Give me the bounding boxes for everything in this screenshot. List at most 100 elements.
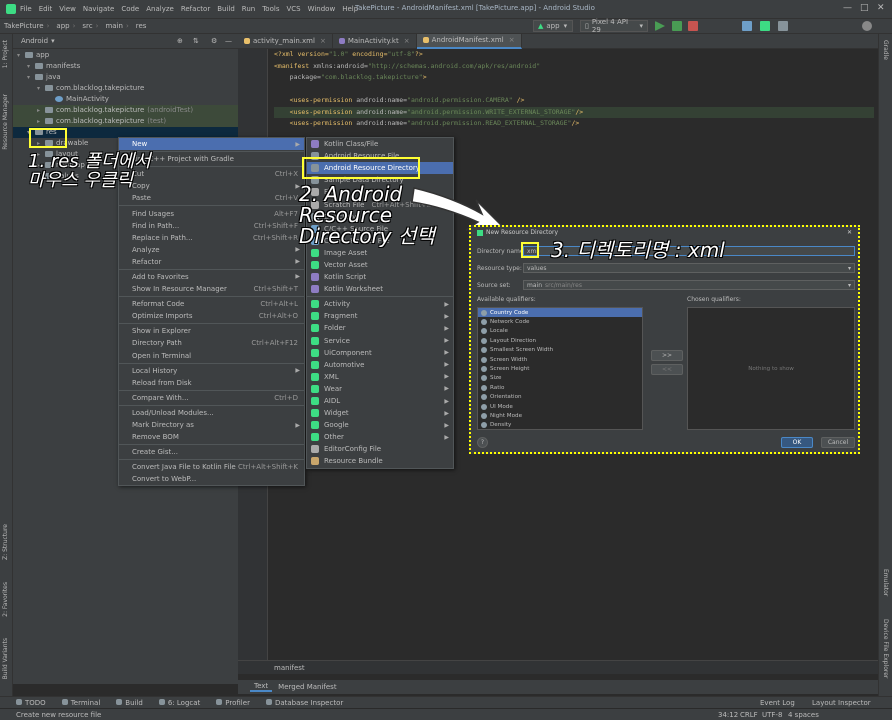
emulator-tool-tab[interactable]: Emulator xyxy=(882,569,889,596)
resource-manager-tool-tab[interactable]: Resource Manager xyxy=(2,94,9,150)
context-menu-item-reformat-code[interactable]: Reformat Code Ctrl+Alt+L xyxy=(119,298,304,310)
tree-item[interactable]: ▾ com.blacklog.takepicture xyxy=(13,83,238,94)
context-menu-item-add-to-favorites[interactable]: Add to Favorites ▶ xyxy=(119,271,304,283)
line-separator[interactable]: CRLF xyxy=(740,711,758,719)
context-menu-item-show-in-explorer[interactable]: Show in Explorer xyxy=(119,325,304,337)
editor-tab[interactable]: MainActivity.kt × xyxy=(333,33,417,49)
tree-item[interactable]: ▾ java xyxy=(13,72,238,83)
close-icon[interactable]: × xyxy=(404,37,410,45)
new-menu-item-other[interactable]: Other ▶ xyxy=(307,431,453,443)
chevron-right-icon[interactable]: ▾ xyxy=(17,50,25,61)
context-menu-item-reload-from-disk[interactable]: Reload from Disk xyxy=(119,377,304,389)
debug-icon[interactable] xyxy=(672,21,682,31)
new-menu-item-service[interactable]: Service ▶ xyxy=(307,335,453,347)
breadcrumb-item[interactable]: res xyxy=(136,22,147,30)
layout-inspector-button[interactable]: Layout Inspector xyxy=(812,699,871,707)
project-tool-tab[interactable]: 1: Project xyxy=(2,40,9,68)
context-menu-item-remove-bom[interactable]: Remove BOM xyxy=(119,431,304,443)
new-menu-item-vector-asset[interactable]: Vector Asset xyxy=(307,259,453,271)
menu-item-refactor[interactable]: Refactor xyxy=(181,5,210,13)
structure-tool-tab[interactable]: Z: Structure xyxy=(2,524,9,560)
stop-icon[interactable] xyxy=(688,21,698,31)
context-menu-item-analyze[interactable]: Analyze ▶ xyxy=(119,244,304,256)
chosen-qualifiers-list[interactable]: Nothing to show xyxy=(687,307,855,430)
qualifier-item[interactable]: Layout Direction xyxy=(478,336,642,345)
chevron-right-icon[interactable]: ▾ xyxy=(27,61,35,72)
file-encoding[interactable]: UTF-8 xyxy=(762,711,782,719)
qualifier-item[interactable]: Country Code xyxy=(478,308,642,318)
chevron-right-icon[interactable]: ▸ xyxy=(37,116,45,127)
sdk-manager-icon[interactable] xyxy=(778,21,788,31)
menu-item-window[interactable]: Window xyxy=(308,5,336,13)
menu-item-vcs[interactable]: VCS xyxy=(286,5,300,13)
bottom-tool-terminal[interactable]: Terminal xyxy=(61,698,100,707)
breadcrumb-item[interactable]: app xyxy=(56,22,69,30)
avd-manager-icon[interactable] xyxy=(760,21,770,31)
close-icon[interactable]: × xyxy=(320,37,326,45)
new-menu-item-kotlin-class-file[interactable]: Kotlin Class/File xyxy=(307,138,453,150)
breadcrumb-item[interactable]: src xyxy=(82,22,92,30)
qualifier-item[interactable]: Night Mode xyxy=(478,411,642,420)
context-menu-item-refactor[interactable]: Refactor ▶ xyxy=(119,256,304,268)
tree-item[interactable]: ▸ com.blacklog.takepicture (test) xyxy=(13,116,238,127)
new-menu-item-resource-bundle[interactable]: Resource Bundle xyxy=(307,455,453,467)
qualifier-item[interactable]: Size xyxy=(478,374,642,383)
run-icon[interactable] xyxy=(655,21,665,31)
new-menu-item-image-asset[interactable]: Image Asset xyxy=(307,247,453,259)
context-menu-item-directory-path[interactable]: Directory Path Ctrl+Alt+F12 xyxy=(119,337,304,349)
context-menu-item-optimize-imports[interactable]: Optimize Imports Ctrl+Alt+O xyxy=(119,310,304,322)
new-menu-item-uicomponent[interactable]: UiComponent ▶ xyxy=(307,347,453,359)
chevron-right-icon[interactable]: ▸ xyxy=(37,105,45,116)
ok-button[interactable]: OK xyxy=(781,437,813,448)
qualifier-item[interactable]: Ratio xyxy=(478,383,642,392)
editor-breadcrumb[interactable]: manifest xyxy=(274,664,305,672)
remove-qualifier-button[interactable]: << xyxy=(651,364,683,375)
qualifier-item[interactable]: Network Code xyxy=(478,317,642,326)
search-icon[interactable] xyxy=(862,21,872,31)
menu-item-file[interactable]: File xyxy=(20,5,32,13)
context-menu-item-paste[interactable]: Paste Ctrl+V xyxy=(119,192,304,204)
collapse-icon[interactable]: ⇅ xyxy=(193,37,199,45)
device-file-explorer-tool-tab[interactable]: Device File Explorer xyxy=(882,619,889,678)
new-menu-item-fragment[interactable]: Fragment ▶ xyxy=(307,310,453,322)
event-log-button[interactable]: Event Log xyxy=(760,699,795,707)
help-button[interactable]: ? xyxy=(477,437,488,448)
minimize-icon[interactable]: — xyxy=(843,3,852,13)
chevron-right-icon[interactable]: ▾ xyxy=(27,72,35,83)
tree-item[interactable]: ▸ com.blacklog.takepicture (androidTest) xyxy=(13,105,238,116)
bottom-tool-build[interactable]: Build xyxy=(116,698,143,707)
chevron-right-icon[interactable]: ▾ xyxy=(37,83,45,94)
context-menu-item-mark-directory-as[interactable]: Mark Directory as ▶ xyxy=(119,419,304,431)
hide-icon[interactable]: — xyxy=(225,37,232,45)
new-menu-item-aidl[interactable]: AIDL ▶ xyxy=(307,395,453,407)
new-menu-item-wear[interactable]: Wear ▶ xyxy=(307,383,453,395)
menu-item-code[interactable]: Code xyxy=(121,5,139,13)
cancel-button[interactable]: Cancel xyxy=(821,437,855,448)
close-icon[interactable]: ✕ xyxy=(877,3,885,13)
context-menu-item-convert-java-file-to-kotlin-file[interactable]: Convert Java File to Kotlin File Ctrl+Alt… xyxy=(119,461,304,473)
gradle-tool-tab[interactable]: Gradle xyxy=(882,40,889,60)
gear-icon[interactable]: ⚙ xyxy=(211,37,217,45)
bottom-tool-todo[interactable]: TODO xyxy=(16,698,46,707)
resource-type-select[interactable]: values ▾ xyxy=(523,263,855,273)
qualifier-item[interactable]: Screen Width xyxy=(478,355,642,364)
menu-item-view[interactable]: View xyxy=(59,5,76,13)
new-menu-item-kotlin-worksheet[interactable]: Kotlin Worksheet xyxy=(307,283,453,295)
build-variants-tool-tab[interactable]: Build Variants xyxy=(2,638,9,679)
new-menu-item-google[interactable]: Google ▶ xyxy=(307,419,453,431)
bottom-tool-6-logcat[interactable]: 6: Logcat xyxy=(158,698,200,707)
indent-setting[interactable]: 4 spaces xyxy=(788,711,819,719)
qualifier-item[interactable]: Screen Height xyxy=(478,364,642,373)
tab-merged-manifest[interactable]: Merged Manifest xyxy=(278,683,336,691)
new-menu-item-editorconfig-file[interactable]: EditorConfig File xyxy=(307,443,453,455)
sync-icon[interactable] xyxy=(742,21,752,31)
context-menu-item-compare-with[interactable]: Compare With... Ctrl+D xyxy=(119,392,304,404)
bottom-tool-database-inspector[interactable]: Database Inspector xyxy=(265,698,343,707)
new-menu-item-folder[interactable]: Folder ▶ xyxy=(307,322,453,334)
project-view-select[interactable]: Android xyxy=(21,37,48,45)
available-qualifiers-list[interactable]: Country Code Network Code Locale Layout Dir… xyxy=(477,307,643,430)
context-menu-item-local-history[interactable]: Local History ▶ xyxy=(119,365,304,377)
qualifier-item[interactable]: Locale xyxy=(478,327,642,336)
qualifier-item[interactable]: UI Mode xyxy=(478,402,642,411)
tree-item[interactable]: MainActivity xyxy=(13,94,238,105)
